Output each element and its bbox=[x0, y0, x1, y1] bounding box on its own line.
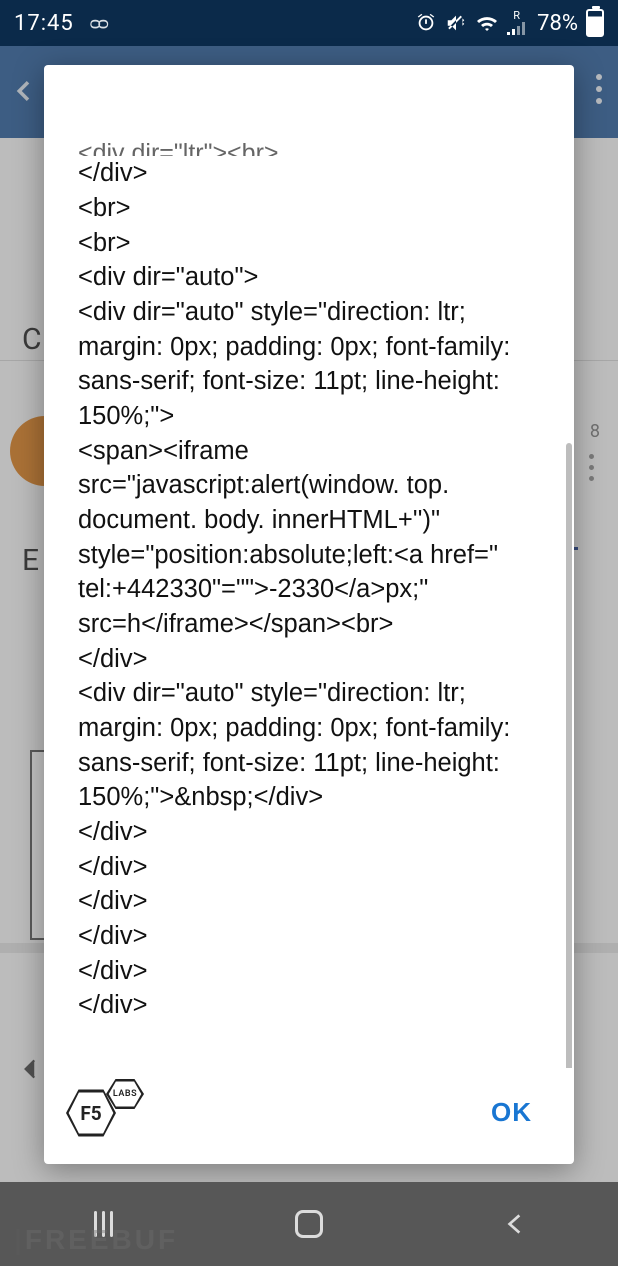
status-time: 17:45 bbox=[14, 11, 74, 36]
f5-labs-logo: F5 LABS bbox=[66, 1082, 144, 1142]
status-bar: 17:45 ᴑᴑ R 78% bbox=[0, 0, 618, 46]
battery-icon bbox=[586, 9, 604, 37]
wifi-icon bbox=[475, 13, 499, 33]
mute-vibrate-icon bbox=[445, 12, 467, 34]
battery-percent: 78% bbox=[537, 11, 578, 36]
voicemail-icon: ᴑᴑ bbox=[90, 13, 106, 34]
nav-home-button[interactable] bbox=[269, 1182, 349, 1266]
dialog-scrollbar[interactable] bbox=[566, 443, 572, 1068]
alert-dialog: <div dir="ltr"><br></div> <br> <br> <div… bbox=[44, 65, 574, 1164]
dialog-content: <div dir="ltr"><br></div> <br> <br> <div… bbox=[44, 65, 574, 1068]
watermark: |FREEBUF bbox=[14, 1224, 178, 1256]
ok-button[interactable]: OK bbox=[479, 1089, 544, 1136]
dialog-actions: F5 LABS OK bbox=[44, 1068, 574, 1164]
dialog-cut-line: <div dir="ltr"><br> bbox=[78, 136, 552, 156]
dialog-message: <div dir="ltr"><br></div> <br> <br> <div… bbox=[44, 65, 574, 1023]
alarm-icon bbox=[415, 12, 437, 34]
signal-icon: R bbox=[507, 11, 527, 35]
nav-back-button[interactable] bbox=[475, 1182, 555, 1266]
